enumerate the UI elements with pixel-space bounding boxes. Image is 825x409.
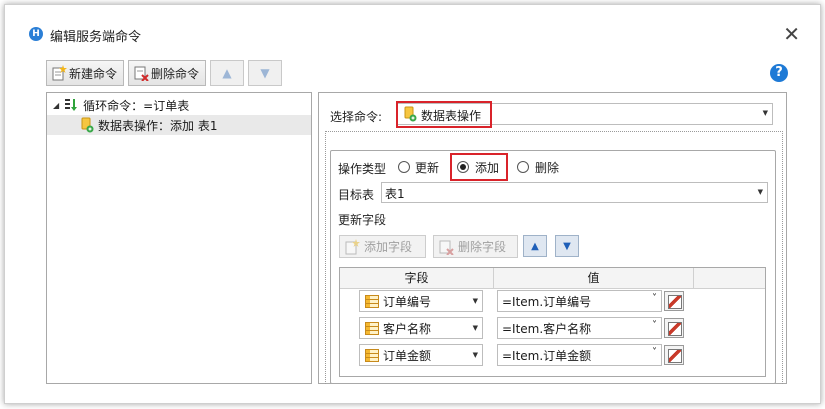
add-field-button[interactable]: 添加字段 [339,235,426,258]
formula-edit-button[interactable] [664,291,684,311]
delete-command-button[interactable]: 删除命令 [128,60,206,86]
dialog-title: 编辑服务端命令 [50,30,142,45]
highlight-command-select [396,101,492,128]
target-table-label: 目标表 [338,188,375,202]
move-up-button[interactable]: ▲ [210,60,244,86]
select-command-label: 选择命令: [330,110,383,124]
radio-delete[interactable] [517,161,529,173]
table-operation-icon [79,117,95,133]
value-select[interactable]: =Item.订单金额 ˅ [497,344,662,366]
value-select[interactable]: =Item.订单编号 ˅ [497,290,662,312]
dropdown-arrow-icon: ▼ [472,351,478,359]
radio-update[interactable] [398,161,410,173]
column-header-blank [694,268,765,289]
arrow-up-icon: ▲ [531,240,539,252]
field-name: 订单编号 [383,294,432,309]
new-command-button[interactable]: 新建命令 [46,60,124,86]
target-table-select[interactable]: 表1 ▼ [381,182,768,203]
new-document-icon [51,65,67,81]
delete-command-label: 删除命令 [151,66,200,81]
add-field-label: 添加字段 [364,240,413,254]
tree-item-label: 数据表操作：添加 表1 [98,118,218,133]
update-fields-label: 更新字段 [338,213,387,227]
highlight-add-option [450,153,508,181]
table-field-icon [365,321,379,335]
delete-document-icon [133,65,149,82]
delete-field-icon [438,239,454,256]
expand-collapse-icon[interactable]: ◢ [53,101,59,110]
field-select[interactable]: 订单金额 ▼ [359,344,483,366]
dropdown-arrow-icon: ▼ [762,109,768,117]
loop-icon [64,98,78,112]
command-tree: ◢ 循环命令：=订单表 数据表操作：添加 表1 [46,92,312,384]
column-header-field: 字段 [340,268,494,289]
app-logo-icon: H [29,27,43,41]
new-command-label: 新建命令 [69,66,118,81]
table-field-icon [365,348,379,362]
dropdown-arrow-icon: ▼ [472,324,478,332]
field-move-down-button[interactable]: ▼ [555,235,579,257]
value-expression: =Item.订单编号 [502,294,592,309]
radio-update-label[interactable]: 更新 [415,159,439,176]
tree-item-loop-command[interactable]: ◢ 循环命令：=订单表 [47,95,311,115]
close-icon[interactable]: ✕ [783,22,800,46]
tree-item-table-operation[interactable]: 数据表操作：添加 表1 [47,115,311,135]
radio-delete-label[interactable]: 删除 [535,159,559,176]
tree-item-label: 循环命令：=订单表 [83,98,190,113]
dropdown-arrow-icon: ▼ [472,297,478,305]
target-table-value: 表1 [385,187,405,201]
help-icon[interactable]: ? [770,64,788,82]
chevron-down-icon: ˅ [652,293,657,304]
value-expression: =Item.客户名称 [502,321,592,336]
arrow-down-icon: ▼ [260,66,270,80]
table-field-icon [365,294,379,308]
chevron-down-icon: ˅ [652,347,657,358]
formula-edit-button[interactable] [664,318,684,338]
move-down-button[interactable]: ▼ [248,60,282,86]
arrow-up-icon: ▲ [222,66,232,80]
value-select[interactable]: =Item.客户名称 ˅ [497,317,662,339]
delete-field-label: 删除字段 [458,240,507,254]
field-select[interactable]: 订单编号 ▼ [359,290,483,312]
delete-field-button[interactable]: 删除字段 [433,235,518,258]
formula-edit-button[interactable] [664,345,684,365]
title-bar: H 编辑服务端命令 ✕ [22,22,812,46]
field-move-up-button[interactable]: ▲ [523,235,547,257]
chevron-down-icon: ˅ [652,320,657,331]
arrow-down-icon: ▼ [563,240,571,252]
field-name: 客户名称 [383,321,432,336]
dropdown-arrow-icon: ▼ [757,188,763,196]
operation-type-label: 操作类型 [338,162,387,176]
column-header-value: 值 [494,268,694,289]
value-expression: =Item.订单金额 [502,348,592,363]
add-field-icon [344,238,360,255]
field-name: 订单金额 [383,348,432,363]
field-select[interactable]: 客户名称 ▼ [359,317,483,339]
